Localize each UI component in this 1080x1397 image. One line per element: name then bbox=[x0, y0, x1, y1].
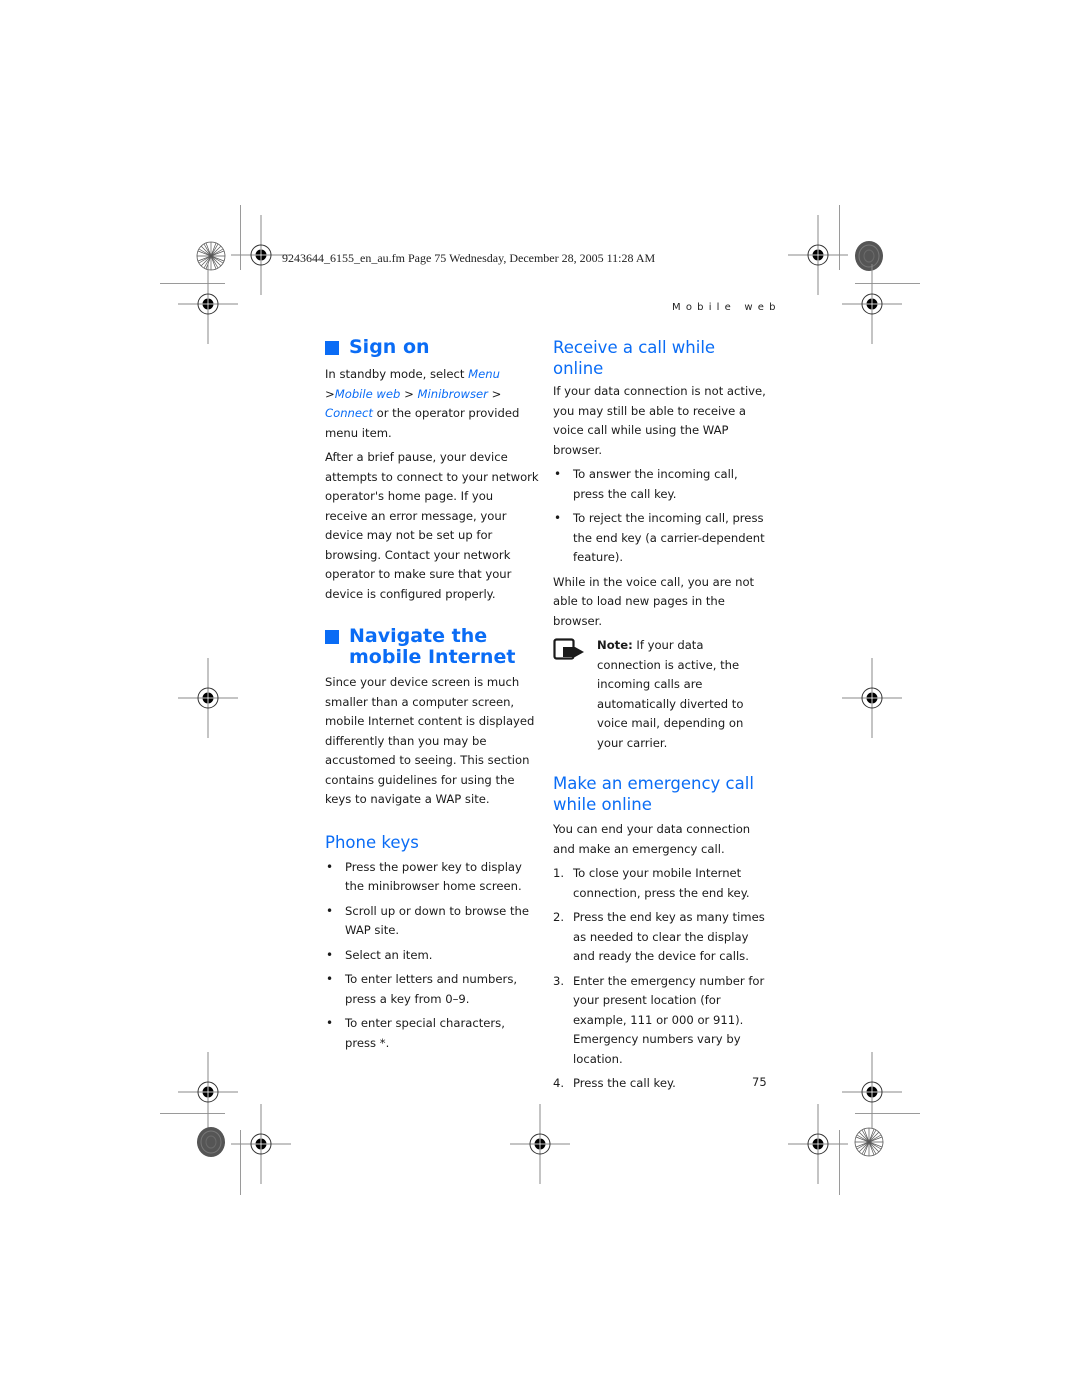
page-number: 75 bbox=[752, 1075, 767, 1089]
menu-path-connect: Connect bbox=[325, 406, 373, 420]
registration-mark-icon bbox=[841, 1051, 903, 1133]
list-item: To answer the incoming call, press the c… bbox=[553, 465, 767, 504]
menu-path-mobile-web: Mobile web bbox=[334, 386, 401, 401]
note-box: Note: If your data connection is active,… bbox=[553, 636, 767, 753]
section-navigate: Navigate the mobile Internet Since your … bbox=[325, 626, 539, 810]
list-item: Press the power key to display the minib… bbox=[325, 858, 539, 897]
running-head: Mobile web bbox=[672, 302, 781, 313]
list-item: Select an item. bbox=[325, 946, 539, 966]
registration-mark-icon bbox=[177, 263, 239, 345]
sign-on-body: After a brief pause, your device attempt… bbox=[325, 450, 539, 601]
list-item: To reject the incoming call, press the e… bbox=[553, 509, 767, 568]
step-item: 4. Press the call key. bbox=[553, 1076, 676, 1090]
emergency-steps: 1. To close your mobile Internet connecti… bbox=[553, 864, 767, 1094]
heading-square-icon bbox=[325, 341, 339, 355]
emergency-body: You can end your data connection and mak… bbox=[553, 822, 751, 856]
sign-on-intro: In standby mode, select Menu >Mobile web… bbox=[325, 367, 520, 440]
right-column: Receive a call while online If your data… bbox=[553, 337, 767, 1099]
registration-mark-icon bbox=[787, 1103, 849, 1185]
starburst-mark-icon bbox=[854, 1127, 884, 1157]
menu-path-minibrowser: Minibrowser bbox=[417, 386, 488, 401]
heading-square-icon bbox=[325, 630, 339, 644]
list-item: Scroll up or down to browse the WAP site… bbox=[325, 902, 539, 941]
phone-keys-list: Press the power key to display the minib… bbox=[325, 858, 539, 1054]
section-receive-call: Receive a call while online If your data… bbox=[553, 337, 767, 753]
registration-mark-icon bbox=[787, 214, 849, 296]
receive-call-body: If your data connection is not active, y… bbox=[553, 384, 766, 457]
list-item: To enter special characters, press *. bbox=[325, 1014, 539, 1053]
list-item: To enter letters and numbers, press a ke… bbox=[325, 970, 539, 1009]
section-heading: Sign on bbox=[325, 337, 539, 358]
menu-path-menu: Menu bbox=[468, 367, 500, 381]
registration-mark-icon bbox=[841, 263, 903, 345]
subsection-heading: Make an emergency call while online bbox=[553, 774, 754, 814]
step-item: 2. Press the end key as many times as nee… bbox=[553, 910, 765, 963]
section-heading: Navigate the mobile Internet bbox=[325, 626, 539, 668]
step-item: 3. Enter the emergency number for your pr… bbox=[553, 973, 765, 1066]
subsection-heading: Receive a call while online bbox=[553, 338, 716, 378]
navigate-body: Since your device screen is much smaller… bbox=[325, 675, 535, 806]
color-disk-mark-icon bbox=[854, 240, 884, 272]
registration-mark-icon bbox=[841, 657, 903, 739]
section-phone-keys: Phone keys Press the power key to displa… bbox=[325, 832, 539, 1054]
left-column: Sign on In standby mode, select Menu >Mo… bbox=[325, 337, 539, 1058]
section-sign-on: Sign on In standby mode, select Menu >Mo… bbox=[325, 337, 539, 604]
registration-mark-icon bbox=[177, 1051, 239, 1133]
step-item: 1. To close your mobile Internet connecti… bbox=[553, 866, 750, 900]
registration-mark-icon bbox=[177, 657, 239, 739]
note-text: Note: If your data connection is active,… bbox=[597, 638, 744, 750]
registration-mark-icon bbox=[509, 1103, 571, 1185]
print-file-info: 9243644_6155_en_au.fm Page 75 Wednesday,… bbox=[282, 251, 656, 265]
subsection-heading: Phone keys bbox=[325, 832, 419, 852]
receive-call-list: To answer the incoming call, press the c… bbox=[553, 465, 767, 568]
registration-marks bbox=[177, 214, 903, 1185]
section-emergency: Make an emergency call while online You … bbox=[553, 773, 767, 1094]
note-icon bbox=[553, 636, 597, 753]
starburst-mark-icon bbox=[196, 241, 226, 271]
receive-call-after: While in the voice call, you are not abl… bbox=[553, 574, 755, 628]
registration-mark-icon bbox=[230, 1103, 292, 1185]
color-disk-mark-icon bbox=[196, 1126, 226, 1158]
